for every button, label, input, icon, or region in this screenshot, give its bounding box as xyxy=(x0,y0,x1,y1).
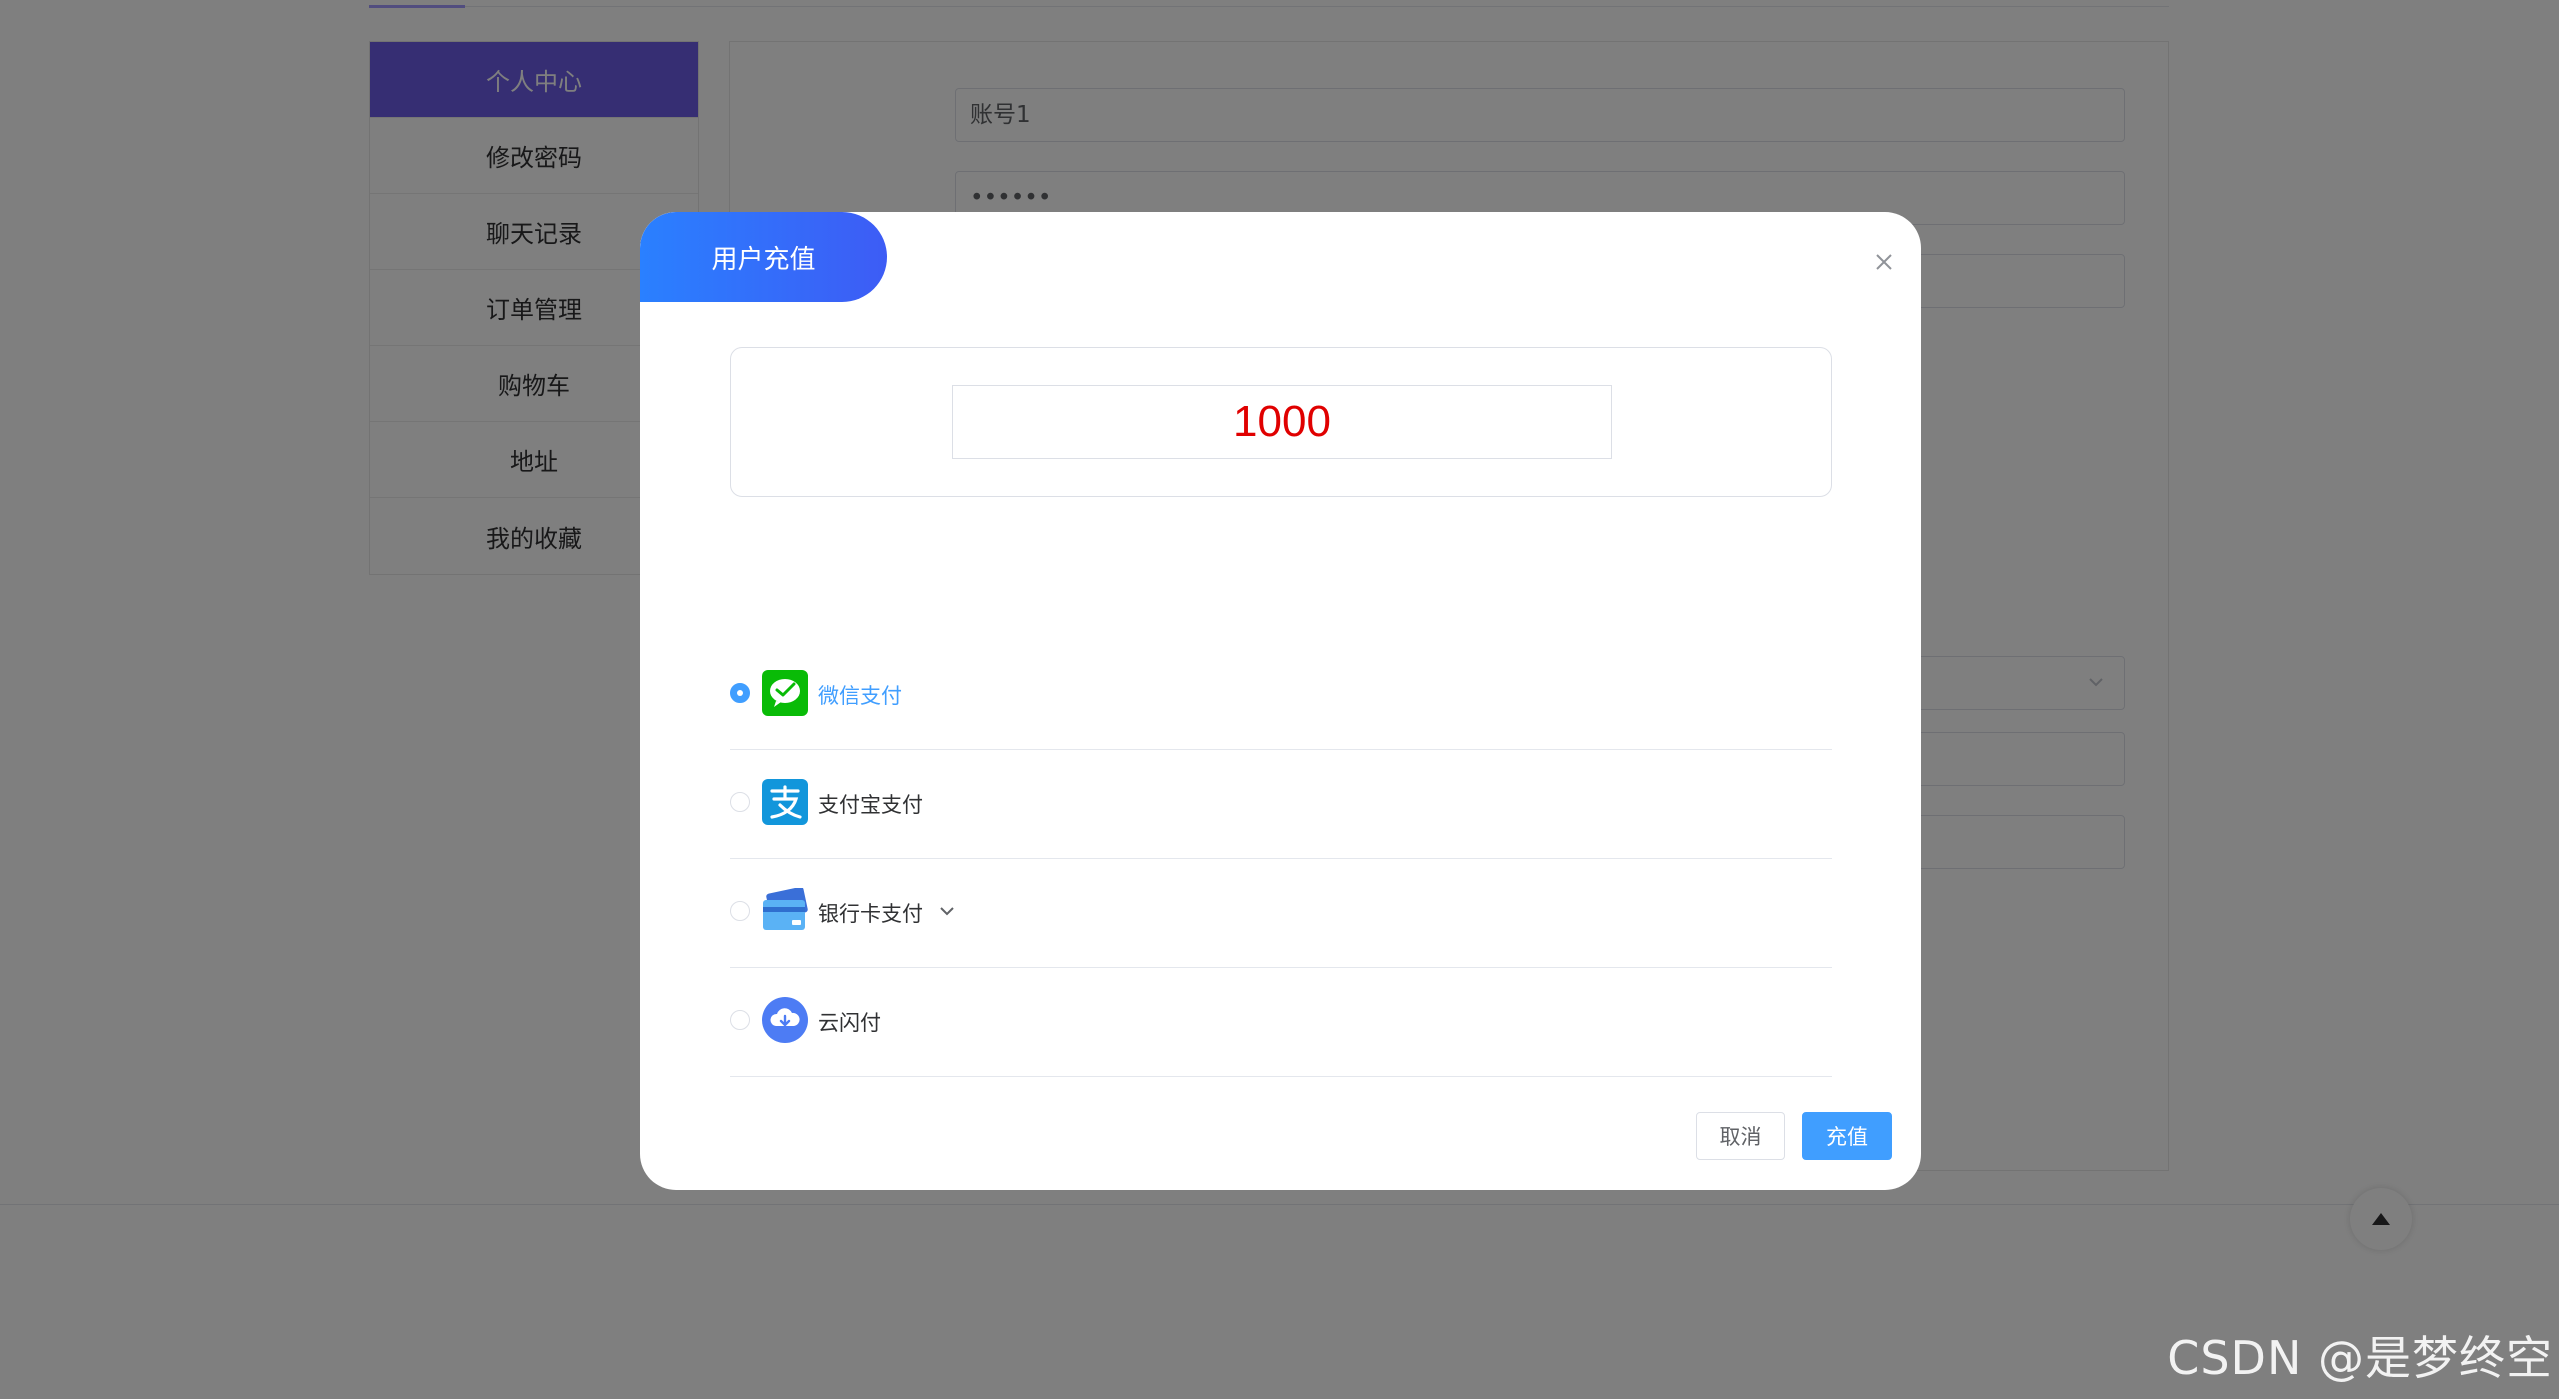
recharge-dialog: 用户充值 1000 微信支付 支付宝支付 银行卡支付 云闪付 取消 充值 xyxy=(640,212,1921,1190)
payment-option-unionpay[interactable]: 云闪付 xyxy=(730,968,1832,1077)
payment-label-bank-card: 银行卡支付 xyxy=(818,902,923,926)
alipay-icon xyxy=(762,779,808,825)
recharge-button[interactable]: 充值 xyxy=(1802,1112,1892,1160)
radio-wechat[interactable] xyxy=(730,683,750,703)
dialog-title: 用户充值 xyxy=(640,212,887,302)
radio-unionpay[interactable] xyxy=(730,1010,750,1030)
radio-alipay[interactable] xyxy=(730,792,750,812)
amount-input[interactable]: 1000 xyxy=(952,385,1612,459)
payment-option-bank-card[interactable]: 银行卡支付 xyxy=(730,859,1832,968)
union-pay-icon xyxy=(762,997,808,1043)
payment-method-list: 微信支付 支付宝支付 银行卡支付 云闪付 xyxy=(730,670,1832,1077)
bank-card-icon xyxy=(763,888,808,930)
payment-label-unionpay: 云闪付 xyxy=(818,1011,881,1035)
wechat-pay-icon xyxy=(762,670,808,716)
chevron-down-icon[interactable] xyxy=(937,901,957,921)
close-icon xyxy=(1876,254,1892,270)
watermark-text: CSDN @是梦终空 xyxy=(2167,1331,2553,1385)
payment-label-wechat: 微信支付 xyxy=(818,684,902,708)
radio-bank-card[interactable] xyxy=(730,901,750,921)
amount-panel: 1000 xyxy=(730,347,1832,497)
close-button[interactable] xyxy=(1867,245,1901,279)
payment-option-alipay[interactable]: 支付宝支付 xyxy=(730,750,1832,859)
payment-option-wechat[interactable]: 微信支付 xyxy=(730,641,1832,750)
payment-label-alipay: 支付宝支付 xyxy=(818,793,923,817)
cancel-button[interactable]: 取消 xyxy=(1696,1112,1785,1160)
